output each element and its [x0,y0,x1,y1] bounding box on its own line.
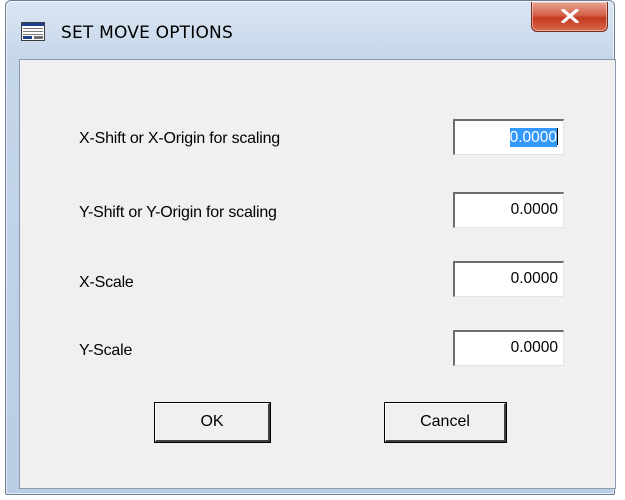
ok-button[interactable]: OK [155,403,270,442]
title-bar[interactable]: SET MOVE OPTIONS [6,1,614,59]
dialog-window: SET MOVE OPTIONS X-Shift or X-Origin for… [0,0,625,500]
x-scale-label: X-Scale [79,274,134,291]
x-scale-value: 0.0000 [510,270,558,287]
window-frame: SET MOVE OPTIONS X-Shift or X-Origin for… [5,0,616,495]
window-title: SET MOVE OPTIONS [61,23,233,43]
y-shift-input[interactable]: 0.0000 [453,192,564,228]
close-x-icon [561,9,579,23]
y-scale-label: Y-Scale [79,342,133,359]
close-button[interactable] [531,2,608,32]
x-shift-value: 0.0000 [509,128,557,147]
text-caret [557,128,558,145]
cancel-button[interactable]: Cancel [385,403,506,442]
x-shift-input[interactable]: 0.0000 [453,119,564,155]
x-shift-label: X-Shift or X-Origin for scaling [79,130,280,147]
grid-app-icon [21,22,45,41]
y-shift-label: Y-Shift or Y-Origin for scaling [79,204,277,221]
y-scale-input[interactable]: 0.0000 [453,330,564,366]
dialog-body: X-Shift or X-Origin for scaling 0.0000 Y… [19,59,616,489]
y-scale-value: 0.0000 [510,339,558,356]
x-scale-input[interactable]: 0.0000 [453,261,564,297]
y-shift-value: 0.0000 [510,201,558,218]
